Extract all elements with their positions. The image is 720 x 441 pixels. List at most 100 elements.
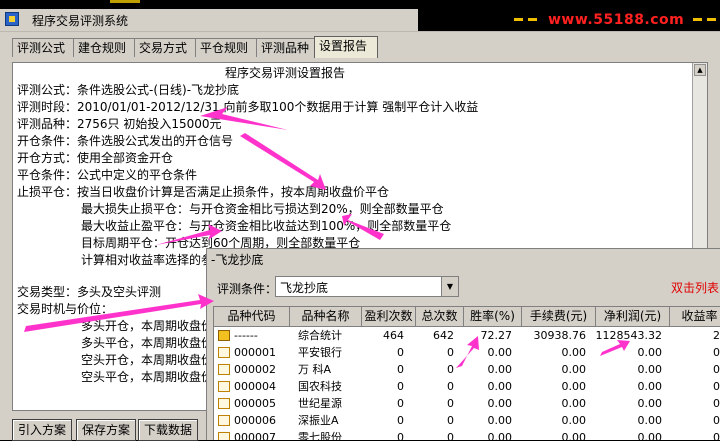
dash-mark: [693, 18, 702, 21]
table-row[interactable]: 000005 世纪星源 0 0 0.00 0.00 0.00 0: [214, 395, 720, 412]
cell-wins: 0: [397, 363, 404, 376]
cell-code: 000005: [234, 397, 276, 410]
cell-return: 0: [713, 346, 720, 359]
column-header[interactable]: 手续费(元): [522, 307, 596, 327]
report-heading: 程序交易评测设置报告: [225, 66, 346, 80]
report-line: 空头平仓，本周期收盘价: [81, 370, 214, 384]
tab-bar: 评测公式 建仓规则 交易方式 平仓规则 评测品种 设置报告: [12, 36, 720, 58]
report-line: 计算相对收益率选择的参: [81, 253, 214, 267]
table-row[interactable]: 000004 国农科技 0 0 0.00 0.00 0.00 0: [214, 378, 720, 395]
report-line: 止损平仓：按当日收盘价计算是否满足止损条件，按本周期收盘价平仓: [17, 185, 390, 199]
dash-mark: [514, 18, 523, 21]
cell-rate: 0.00: [487, 363, 513, 376]
report-line: 交易时机与价位：: [17, 302, 114, 316]
cell-return: 0: [713, 431, 720, 440]
table-row[interactable]: 000001 平安银行 0 0 0.00 0.00 0.00 0: [214, 344, 720, 361]
cell-total: 0: [447, 346, 454, 359]
cell-name: 国农科技: [298, 380, 342, 393]
tab-report[interactable]: 设置报告: [314, 36, 378, 58]
report-line: 评测品种：2756只 初始投入15000元: [17, 117, 222, 131]
chevron-down-icon[interactable]: ▼: [441, 277, 458, 296]
cell-fee: 0.00: [561, 363, 587, 376]
cell-profit: 0.00: [637, 363, 663, 376]
condition-select[interactable]: 飞龙抄底 ▼: [275, 276, 459, 297]
cell-return: 0: [713, 397, 720, 410]
dash-mark: [528, 18, 537, 21]
column-header[interactable]: 盈利次数: [362, 307, 416, 327]
report-line: 开仓方式：使用全部资金开仓: [17, 151, 174, 165]
cell-total: 0: [447, 397, 454, 410]
cell-return: 0: [713, 380, 720, 393]
cell-fee: 0.00: [561, 431, 587, 440]
cell-return: 0: [713, 414, 720, 427]
column-header[interactable]: 品种名称: [290, 307, 362, 327]
tab-trade-mode[interactable]: 交易方式: [134, 38, 196, 57]
cell-code: 000004: [234, 380, 276, 393]
cell-wins: 0: [397, 431, 404, 440]
file-icon: [218, 432, 230, 440]
cell-wins: 464: [383, 329, 404, 342]
cell-return: 0: [713, 363, 720, 376]
cell-name: 平安银行: [298, 346, 342, 359]
column-header[interactable]: 收益率: [670, 307, 720, 327]
file-icon: [218, 415, 230, 426]
report-line: 空头开仓，本周期收盘价: [81, 353, 214, 367]
cell-code: 000007: [234, 431, 276, 440]
cell-rate: 72.27: [480, 329, 513, 342]
save-scheme-button[interactable]: 保存方案: [76, 419, 137, 441]
cell-total: 0: [447, 380, 454, 393]
download-data-button[interactable]: 下载数据: [138, 419, 199, 441]
cell-code: 000006: [234, 414, 276, 427]
cell-profit: 0.00: [637, 414, 663, 427]
cell-total: 0: [447, 431, 454, 440]
background-mark: [110, 0, 140, 3]
import-scheme-button[interactable]: 引入方案: [12, 419, 73, 441]
cell-profit: 0.00: [637, 346, 663, 359]
table-row[interactable]: 000006 深振业A 0 0 0.00 0.00 0.00 0: [214, 412, 720, 429]
cell-wins: 0: [397, 397, 404, 410]
cell-fee: 0.00: [561, 380, 587, 393]
column-header[interactable]: 净利润(元): [596, 307, 670, 327]
cell-rate: 0.00: [487, 414, 513, 427]
report-line: 多头平仓，本周期收盘价: [81, 336, 214, 350]
cell-rate: 0.00: [487, 380, 513, 393]
cell-total: 0: [447, 414, 454, 427]
tab-open-rules[interactable]: 建仓规则: [73, 38, 135, 57]
table-row[interactable]: 000002 万 科A 0 0 0.00 0.00 0.00 0: [214, 361, 720, 378]
column-header[interactable]: 品种代码: [214, 307, 290, 327]
title-bar: 程序交易评测系统 www.55188.com: [0, 9, 720, 32]
cell-fee: 0.00: [561, 414, 587, 427]
report-line: 最大收益止盈平仓：与开仓资金相比收益达到100%，则全部数量平仓: [81, 219, 452, 233]
tab-formula[interactable]: 评测公式: [12, 38, 74, 57]
table-row[interactable]: ------ 综合统计 464 642 72.27 30938.76 11285…: [214, 327, 720, 344]
cell-rate: 0.00: [487, 397, 513, 410]
file-icon: [218, 347, 230, 358]
report-line: 最大损失止损平仓：与开仓资金相比亏损达到20%，则全部数量平仓: [81, 202, 444, 216]
window-title: 程序交易评测系统: [32, 14, 129, 28]
report-line: 交易类型：多头及空头评测: [17, 285, 162, 299]
dash-mark: [707, 18, 716, 21]
cell-fee: 30938.76: [533, 329, 587, 342]
cell-code: 000001: [234, 346, 276, 359]
file-icon: [218, 364, 230, 375]
cell-wins: 0: [397, 380, 404, 393]
table-row[interactable]: 000007 零七股份 0 0 0.00 0.00 0.00 0: [214, 429, 720, 440]
results-table[interactable]: 品种代码 品种名称 盈利次数 总次数 胜率(%) 手续费(元) 净利润(元) 收…: [213, 306, 720, 440]
column-header[interactable]: 胜率(%): [464, 307, 522, 327]
cell-profit: 0.00: [637, 380, 663, 393]
cell-code: 000002: [234, 363, 276, 376]
file-icon: [218, 398, 230, 409]
scroll-up-icon[interactable]: ▲: [694, 64, 706, 76]
cell-profit: 1128543.32: [595, 329, 662, 342]
double-click-hint[interactable]: 双击列表: [671, 279, 719, 296]
results-window: -飞龙抄底 评测条件： 飞龙抄底 ▼ 双击列表 品种代码 品种名称 盈利次数 总…: [206, 248, 720, 440]
summary-icon: [218, 330, 230, 341]
column-header[interactable]: 总次数: [416, 307, 464, 327]
cell-rate: 0.00: [487, 431, 513, 440]
cell-total: 642: [433, 329, 454, 342]
cell-fee: 0.00: [561, 346, 587, 359]
tab-close-rules[interactable]: 平仓规则: [195, 38, 257, 57]
tab-instruments[interactable]: 评测品种: [256, 38, 318, 57]
promo-url[interactable]: www.55188.com: [548, 12, 684, 28]
cell-rate: 0.00: [487, 346, 513, 359]
